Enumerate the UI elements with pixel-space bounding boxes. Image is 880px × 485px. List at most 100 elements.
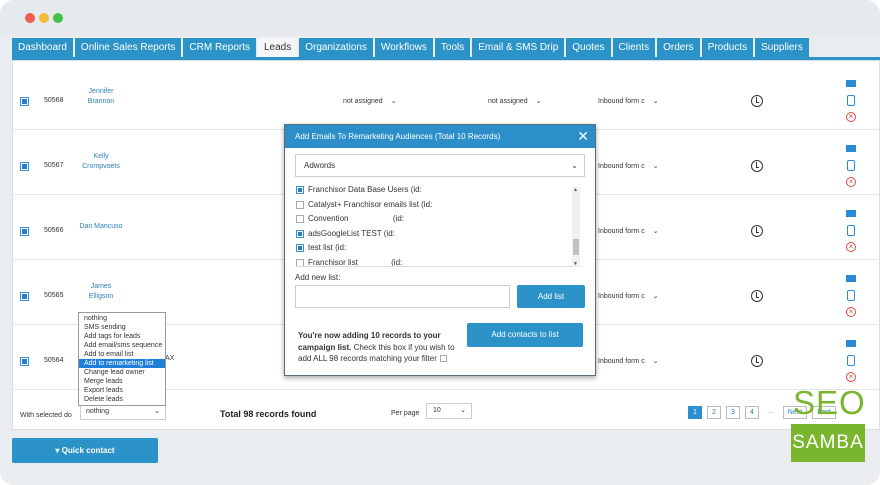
lead-name-first[interactable]: Kelly — [71, 152, 131, 162]
menu-item-add-sequence[interactable]: Add email/sms sequence — [79, 341, 165, 350]
page-3[interactable]: 3 — [726, 406, 740, 419]
list-checkbox[interactable] — [296, 258, 304, 266]
menu-item-export-leads[interactable]: Export leads — [79, 386, 165, 395]
source-select[interactable]: Inbound form c ⌄ — [598, 357, 659, 365]
phone-icon[interactable] — [847, 95, 855, 106]
tab-crm-reports[interactable]: CRM Reports — [183, 38, 256, 58]
delete-icon[interactable]: × — [846, 112, 856, 122]
with-selected-select[interactable]: nothing ⌄ — [80, 404, 166, 420]
source-select[interactable]: Inbound form c ⌄ — [598, 162, 659, 170]
add-all-checkbox[interactable] — [439, 355, 447, 362]
scroll-up-icon[interactable]: ▲ — [573, 187, 578, 193]
menu-item-change-owner[interactable]: Change lead owner — [79, 368, 165, 377]
tab-suppliers[interactable]: Suppliers — [755, 38, 809, 58]
list-checkbox[interactable] — [296, 200, 304, 209]
list-checkbox[interactable] — [296, 244, 304, 252]
phone-icon[interactable] — [847, 160, 855, 171]
close-icon[interactable]: ✕ — [577, 129, 589, 143]
minimize-window-dot[interactable] — [39, 13, 49, 23]
page-2[interactable]: 2 — [707, 406, 721, 419]
list-item[interactable]: test list (id: — [295, 241, 583, 256]
delete-icon[interactable]: × — [846, 177, 856, 187]
delete-icon[interactable]: × — [846, 242, 856, 252]
row-checkbox[interactable] — [20, 162, 29, 171]
new-list-label: Add new list: — [295, 273, 341, 282]
delete-icon[interactable]: × — [846, 372, 856, 382]
menu-item-add-tags[interactable]: Add tags for leads — [79, 332, 165, 341]
tab-organizations[interactable]: Organizations — [299, 38, 373, 58]
add-list-button[interactable]: Add list — [517, 285, 585, 308]
assign-select-1[interactable]: not assigned ⌄ — [343, 97, 397, 105]
clock-icon[interactable] — [751, 355, 763, 367]
lead-name-last[interactable]: Crompvoets — [71, 162, 131, 172]
assign-select-2[interactable]: not assigned ⌄ — [488, 97, 542, 105]
tab-online-sales-reports[interactable]: Online Sales Reports — [74, 38, 182, 58]
phone-icon[interactable] — [847, 290, 855, 301]
list-item[interactable]: Catalyst+ Franchisor emails list (id: — [295, 198, 583, 213]
list-item[interactable]: adsGoogleList TEST (id: — [295, 227, 583, 242]
email-icon[interactable] — [846, 80, 856, 87]
lead-name-last[interactable]: Brannon — [71, 97, 131, 107]
close-window-dot[interactable] — [25, 13, 35, 23]
tab-orders[interactable]: Orders — [657, 38, 700, 58]
clock-icon[interactable] — [751, 225, 763, 237]
list-checkbox[interactable] — [296, 229, 304, 238]
menu-item-add-remarketing-list[interactable]: Add to remarketing list — [79, 359, 165, 368]
tab-quotes[interactable]: Quotes — [566, 38, 611, 58]
tab-leads[interactable]: Leads — [258, 38, 298, 58]
tab-tools[interactable]: Tools — [434, 38, 471, 58]
source-select[interactable]: Inbound form c ⌄ — [598, 227, 659, 235]
new-list-input[interactable] — [295, 285, 510, 308]
remarketing-modal: Add Emails To Remarketing Audiences (Tot… — [284, 124, 596, 376]
maximize-window-dot[interactable] — [53, 13, 63, 23]
menu-item-add-email-list[interactable]: Add to email list — [79, 350, 165, 359]
tab-workflows[interactable]: Workflows — [374, 38, 433, 58]
per-page-select[interactable]: 10 ⌄ — [426, 403, 472, 419]
email-icon[interactable] — [846, 210, 856, 217]
clock-icon[interactable] — [751, 95, 763, 107]
quick-contact-button[interactable]: ▾ Quick contact — [12, 438, 158, 463]
tab-email-sms-drip[interactable]: Email & SMS Drip — [472, 38, 565, 58]
lead-name-first[interactable]: James — [71, 282, 131, 292]
chevron-down-icon: ⌄ — [154, 408, 160, 415]
tab-products[interactable]: Products — [701, 38, 754, 58]
row-checkbox[interactable] — [20, 227, 29, 236]
menu-item-delete-leads[interactable]: Delete leads — [79, 395, 165, 404]
lead-name-first[interactable]: Dan Mancuso — [71, 222, 131, 232]
lead-id: 50567 — [44, 162, 64, 169]
email-icon[interactable] — [846, 275, 856, 282]
clock-icon[interactable] — [751, 290, 763, 302]
page-1[interactable]: 1 — [688, 406, 702, 419]
menu-item-merge-leads[interactable]: Merge leads — [79, 377, 165, 386]
chevron-down-icon: ⌄ — [571, 161, 578, 170]
row-checkbox[interactable] — [20, 292, 29, 301]
email-icon[interactable] — [846, 340, 856, 347]
phone-icon[interactable] — [847, 355, 855, 366]
tab-clients[interactable]: Clients — [612, 38, 656, 58]
menu-item-nothing[interactable]: nothing — [79, 314, 165, 323]
list-item[interactable]: Franchisor list (id: — [295, 256, 583, 266]
add-contacts-button[interactable]: Add contacts to list — [467, 323, 583, 347]
list-item[interactable]: Convention (id: — [295, 212, 583, 227]
email-icon[interactable] — [846, 145, 856, 152]
list-scrollbar[interactable]: ▲ ▼ — [572, 187, 580, 267]
phone-icon[interactable] — [847, 225, 855, 236]
list-item[interactable]: Franchisor Data Base Users (id: — [295, 183, 583, 198]
platform-select[interactable]: Adwords ⌄ — [295, 154, 585, 177]
row-checkbox[interactable] — [20, 357, 29, 366]
source-select[interactable]: Inbound form c ⌄ — [598, 292, 659, 300]
scrollbar-thumb[interactable] — [573, 239, 579, 255]
row-checkbox[interactable] — [20, 97, 29, 106]
source-select[interactable]: Inbound form c ⌄ — [598, 97, 659, 105]
list-checkbox[interactable] — [296, 186, 304, 194]
scroll-down-icon[interactable]: ▼ — [573, 261, 578, 267]
lead-name-last[interactable]: Elligson — [71, 292, 131, 302]
page-4[interactable]: 4 — [745, 406, 759, 419]
tab-dashboard[interactable]: Dashboard — [12, 38, 73, 58]
lead-name-first[interactable]: Jennifer — [71, 87, 131, 97]
chevron-down-icon: ⌄ — [652, 98, 659, 105]
clock-icon[interactable] — [751, 160, 763, 172]
menu-item-sms-sending[interactable]: SMS sending — [79, 323, 165, 332]
delete-icon[interactable]: × — [846, 307, 856, 317]
list-checkbox[interactable] — [296, 215, 304, 223]
